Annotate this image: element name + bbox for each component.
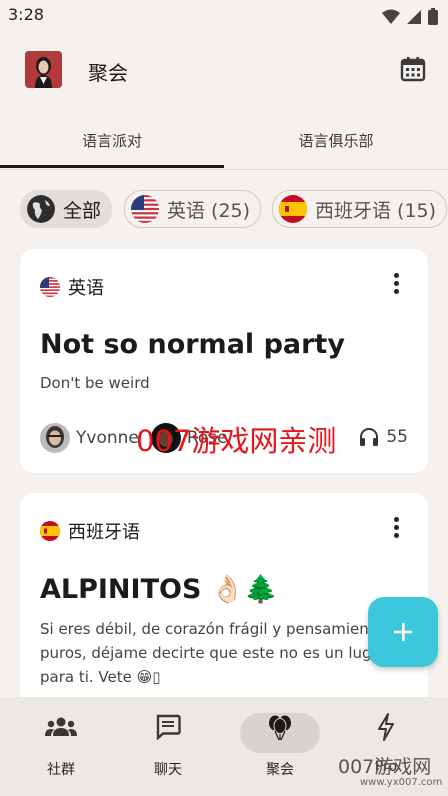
nav-chat[interactable]: 聊天	[112, 713, 224, 779]
plus-icon	[394, 623, 412, 641]
balloons-icon	[224, 713, 336, 741]
globe-icon	[27, 195, 55, 223]
card-title: ALPINITOS 👌🏻🌲	[40, 574, 279, 605]
chip-english-label: 英语 (25)	[167, 199, 251, 222]
listener-count: 55	[358, 427, 408, 447]
watermark-url: www.yx007.com	[360, 777, 443, 788]
tab-language-party[interactable]: 语言派对	[0, 130, 224, 151]
card-title: Not so normal party	[40, 329, 345, 360]
spain-flag-icon	[279, 195, 307, 223]
nav-community-label: 社群	[47, 762, 75, 778]
wifi-icon	[382, 9, 400, 24]
watermark-site: 007游戏网	[338, 756, 432, 778]
chat-icon	[112, 713, 224, 741]
nav-chat-label: 聊天	[154, 762, 182, 778]
card-language: 西班牙语	[40, 518, 140, 544]
spain-flag-icon	[40, 521, 60, 541]
party-card[interactable]: 西班牙语 ALPINITOS 👌🏻🌲 Si eres débil, de cor…	[20, 493, 428, 723]
nav-party[interactable]: 聚会	[224, 713, 336, 779]
watermark-text: 007游戏网亲测	[136, 424, 337, 458]
listener-count-value: 55	[386, 427, 408, 447]
more-options-icon[interactable]	[394, 273, 400, 295]
us-flag-icon	[40, 277, 60, 297]
page-title: 聚会	[88, 61, 128, 85]
chip-spanish[interactable]: 西班牙语 (15)	[272, 190, 448, 228]
card-language-label: 西班牙语	[68, 522, 140, 543]
more-options-icon[interactable]	[394, 517, 400, 539]
chip-all[interactable]: 全部	[20, 190, 113, 228]
status-icons	[382, 8, 438, 25]
create-party-button[interactable]	[368, 597, 438, 667]
us-flag-icon	[131, 195, 159, 223]
card-language: 英语	[40, 274, 104, 300]
card-description-line: puros, déjame decirte que este no es un …	[40, 644, 372, 662]
status-bar: 3:28	[0, 0, 448, 32]
card-description-line: Si eres débil, de corazón frágil y pensa…	[40, 620, 369, 638]
chip-english[interactable]: 英语 (25)	[124, 190, 262, 228]
tab-language-club[interactable]: 语言俱乐部	[224, 130, 448, 151]
participant-name: Yvonne	[76, 428, 139, 448]
group-icon	[5, 713, 117, 741]
card-description-line: para ti. Vete 😁▯	[40, 668, 161, 686]
card-language-label: 英语	[68, 278, 104, 299]
active-tab-indicator	[0, 165, 224, 168]
nav-party-label: 聚会	[266, 762, 294, 778]
battery-icon	[428, 8, 438, 25]
profile-avatar[interactable]	[25, 51, 62, 88]
card-description: Don't be weird	[40, 374, 150, 392]
calendar-icon[interactable]	[400, 56, 426, 82]
lightning-icon	[330, 713, 442, 741]
chip-spanish-label: 西班牙语 (15)	[315, 199, 437, 222]
avatar	[40, 423, 70, 453]
chip-all-label: 全部	[63, 199, 102, 222]
signal-icon	[407, 9, 421, 24]
tab-bar: 语言派对 语言俱乐部	[0, 118, 448, 170]
headphones-icon	[360, 428, 379, 446]
nav-community[interactable]: 社群	[5, 713, 117, 779]
status-time: 3:28	[8, 5, 44, 24]
